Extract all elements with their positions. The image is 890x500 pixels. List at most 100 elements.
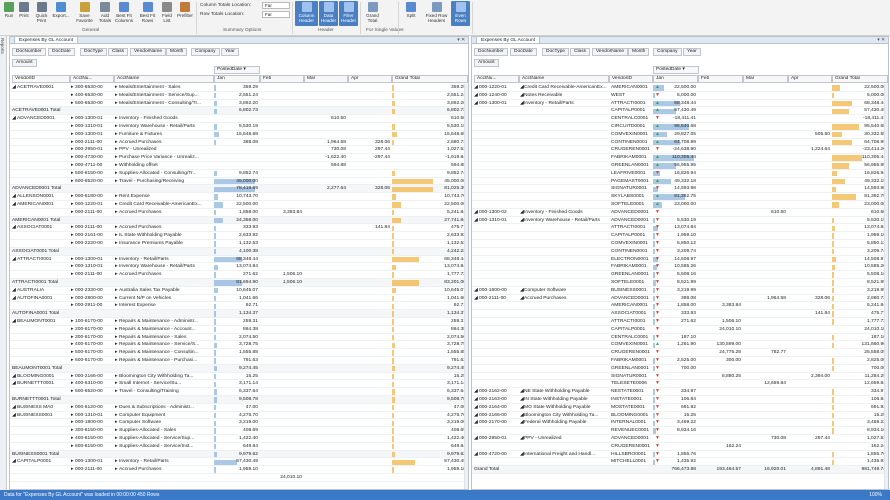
table-row[interactable]: ▸ 600-6520-00 ▸ Travel - Purchasing/Receivi… [10, 178, 468, 186]
table-row[interactable]: ▸ 000-2161-00 ▸ IL State Withholding Payabl… [10, 232, 468, 240]
table-row[interactable]: COMVEXIN0001 ▲ 1,261.90 130,599.00 131,860.9… [472, 341, 888, 350]
best-fit-rowsbutton[interactable]: Best Fit Rows [137, 1, 158, 26]
table-row[interactable]: ▸ 000-2911-00 ▸ Interest Expense 92.71 92.71 [10, 302, 468, 311]
month-column-header[interactable]: Jan [653, 75, 698, 83]
data-headerbutton[interactable]: Data Header [319, 1, 338, 26]
table-row[interactable]: ▸ 200-6170-00 ▸ Repairs & Maintenance - Acc… [10, 326, 468, 334]
table-row[interactable]: ◢ 000-1300-01 ◢ Inventory - Retail/Parts ATT… [472, 100, 888, 108]
expand-icon[interactable]: ◢ [474, 412, 478, 420]
table-row[interactable]: PAGEMAST0001 ▲ 49,332.18 49,332.18 [472, 178, 888, 186]
expand-icon[interactable]: ◢ [474, 84, 478, 92]
table-row[interactable]: ◢ 000-2950-01 ◢ PPV - Unrealized ADVANCED000… [472, 435, 888, 443]
table-row[interactable]: ◢ 000-2170-00 ◢ Federal Withholding Payable… [472, 419, 888, 428]
close-icon[interactable]: ▾ ✕ [877, 37, 885, 44]
table-row[interactable]: ELECTRON0001 ▼ 14,508.97 14,508.97 [472, 256, 888, 264]
filter-field-docnumber[interactable]: DocNumber [474, 48, 508, 56]
month-column-header[interactable]: Feb [260, 75, 304, 83]
table-row[interactable]: ◢ ACETRAVE0001 ▸ 300-6530-00 ▸ Meals/Entertai… [10, 84, 468, 92]
table-row[interactable]: COMVEXIN0001 ▼ 5,850.12 5,850.12 [472, 240, 888, 248]
table-row[interactable]: BEAUMONT0001 Total 9,274.45 9,274.45 [10, 364, 468, 373]
month-column-header[interactable]: Apr [788, 75, 832, 83]
scrollbar[interactable] [884, 84, 888, 489]
expand-icon[interactable]: ◢ [474, 295, 478, 303]
table-row[interactable]: ▸ 000-2111-00 ▸ Accrued Purchases 271.62 1,50… [10, 271, 468, 279]
table-row[interactable]: ATTRACTI0001 ▼ 13,074.84 13,074.84 [472, 224, 888, 233]
even-rowsbutton[interactable]: Even Rows [451, 1, 470, 26]
table-row[interactable]: ◢ BURNETTT0001 ▸ 400-6310-00 ▸ Small Internet… [10, 380, 468, 389]
table-row[interactable]: AMERICAN0001 Total 24,358.00 27,741.84 [10, 216, 468, 225]
acct-name-header[interactable]: AcctName [519, 75, 609, 83]
table-row[interactable]: ◢ BLOOMING0001 ▸ 000-2166-00 ▸ Bloomington Ci… [10, 373, 468, 381]
fixed-row-headersbutton[interactable]: Fixed Row Headers [424, 1, 449, 26]
table-row[interactable]: ▸ 600-6150-00 ▸ Supplies-Allocated - Servic… [10, 443, 468, 451]
expand-icon[interactable]: ◢ [474, 100, 478, 108]
data-field-amount[interactable]: Amount [474, 59, 499, 67]
table-row[interactable]: FABRIKAM0001 ▲ 110,305.44 110,305.44 [472, 154, 888, 162]
table-row[interactable]: SKYLABS0001 ▲ 81,392.75 81,392.75 [472, 193, 888, 201]
filter-field-class[interactable]: Class [570, 48, 590, 56]
table-row[interactable]: CRUGEREN0001 ▼ -24,638.90 1,224.64 -23,414.2… [472, 146, 888, 155]
splitbutton[interactable]: Split [403, 1, 419, 26]
filter-field-year[interactable]: Year [221, 48, 239, 56]
table-row[interactable]: ▸ 000-2111-00 ▸ Accrued Purchases 1,959.10 1,… [10, 466, 468, 474]
expand-icon[interactable]: ◢ [474, 396, 478, 404]
expand-icon[interactable]: ◢ [12, 318, 16, 326]
vendor-id-header[interactable]: VendorID [609, 75, 653, 83]
add-totalsbutton[interactable]: Add Totals [97, 1, 113, 26]
expand-icon[interactable]: ◢ [12, 201, 16, 209]
acct-name-header[interactable]: AcctName [114, 75, 214, 83]
table-row[interactable]: SIGNATUR0001 ▼ 14,593.98 14,593.98 [472, 185, 888, 194]
table-row[interactable]: CONTINEN0001 ▲ 64,708.99 64,708.99 [472, 139, 888, 147]
table-row[interactable]: ATTRACTI0001 ▼ 271.62 1,506.10 1,777.72 [472, 318, 888, 326]
expand-icon[interactable]: ◢ [12, 224, 16, 232]
table-row[interactable]: ◢ BUSINESS0001 ▸ 000-1310-01 ▸ Computer Equip… [10, 412, 468, 420]
table-row[interactable]: ◢ ASSOCIAT0001 ▸ 000-2111-00 ▸ Accrued Purcha… [10, 224, 468, 233]
table-row[interactable]: ◢ ADVANCED0001 ▸ 000-1300-01 ▸ Inventory - Fi… [10, 115, 468, 123]
table-row[interactable]: ◢ 000-2166-00 ◢ Bloomington City Withholdin… [472, 412, 888, 420]
filter-field-year[interactable]: Year [683, 48, 701, 56]
table-row[interactable]: SIGNATUR0001 ▼ 8,880.25 2,394.00 11,284.25 [472, 373, 888, 381]
filter-field-vendorname[interactable]: VendorName [592, 48, 628, 56]
table-row[interactable]: ◢ AMERICAN0001 ▸ 000-1220-01 ▸ Credit Card Re… [10, 201, 468, 209]
filter-field-vendorname[interactable]: VendorName [130, 48, 166, 56]
expand-icon[interactable]: ◢ [474, 92, 478, 100]
table-row[interactable]: MITCHELL0001 ▼ 1,435.92 1,435.92 [472, 458, 888, 467]
table-row[interactable]: ◢ 000-1220-01 ◢ Credit Card Receivable-Amer… [472, 84, 888, 92]
expand-icon[interactable]: ◢ [12, 115, 16, 123]
left-panel-tab[interactable]: Expenses By GL Account [14, 37, 78, 43]
filter-field-month[interactable]: Month [166, 48, 188, 56]
close-icon[interactable]: ▾ ✕ [457, 37, 465, 44]
table-row[interactable]: ◢ 000-2164-00 ◢ MO State Withholding Payabl… [472, 404, 888, 412]
table-row[interactable]: ◢ BEAUMONT0001 ▸ 100-6170-00 ▸ Repairs & Main… [10, 318, 468, 326]
table-row[interactable]: ▸ 400-6150-00 ▸ Supplies-Allocated - Servic… [10, 435, 468, 443]
table-row[interactable]: ◢ 000-1240-00 ◢ Notes Receivable WEST ▼ 5,000.… [472, 92, 888, 100]
vendor-id-header[interactable]: VendorID [12, 75, 70, 83]
table-row[interactable]: ▸ 500-6170-00 ▸ Repairs & Maintenance - Con… [10, 349, 468, 357]
table-row[interactable]: COMVEXIN0001 ▲ 29,827.05 505.50 30,332.55 [472, 131, 888, 139]
table-row[interactable]: CIRCUITD0001 ▲ 95,540.68 95,540.68 [472, 123, 888, 131]
table-row[interactable]: ◢ 000-4720-00 ◢ International Freight and H… [472, 451, 888, 459]
expand-icon[interactable]: ◢ [12, 84, 16, 92]
table-row[interactable]: 24,010.10 [10, 474, 468, 482]
month-column-header[interactable]: Mar [743, 75, 788, 83]
filter-field-doctype[interactable]: DocType [542, 48, 569, 56]
expand-icon[interactable]: ◢ [12, 458, 16, 466]
expand-icon[interactable]: ◢ [12, 373, 16, 381]
filter-field-company[interactable]: Company [191, 48, 220, 56]
expand-icon[interactable]: ◢ [12, 404, 16, 412]
table-row[interactable]: REVENUEC0001 ▼ 8,934.16 8,934.16 [472, 427, 888, 435]
month-column-header[interactable]: Apr [348, 75, 392, 83]
export-button[interactable]: Export... [51, 1, 71, 26]
runbutton[interactable]: Run [2, 1, 16, 26]
posted-date-field[interactable]: PostedDate ▾ [214, 66, 260, 74]
table-row[interactable]: LEAFRIVE0001 ▼ 16,826.94 16,826.94 [472, 170, 888, 178]
table-row[interactable]: CRUGEREN0001 ▼ 162.24 162.24 [472, 443, 888, 451]
grand-totalbutton[interactable]: Grand Total [364, 1, 381, 26]
table-row[interactable]: ADVANCED0001 Total 78,419.69 2,277.64 328.0… [10, 185, 468, 194]
acct-number-header[interactable]: AcctNu... [474, 75, 519, 83]
table-row[interactable]: CENTRALC0001 ▼ -18,411.41 -18,411.41 [472, 115, 888, 123]
row-totals-select[interactable]: Far [262, 11, 290, 18]
filter-field-docnumber[interactable]: DocNumber [12, 48, 46, 56]
table-row[interactable]: ◢ CAPITALP0001 ▸ 000-1300-01 ▸ Inventory - Re… [10, 458, 468, 467]
save-favoritebutton[interactable]: Save Favorite [74, 1, 95, 26]
